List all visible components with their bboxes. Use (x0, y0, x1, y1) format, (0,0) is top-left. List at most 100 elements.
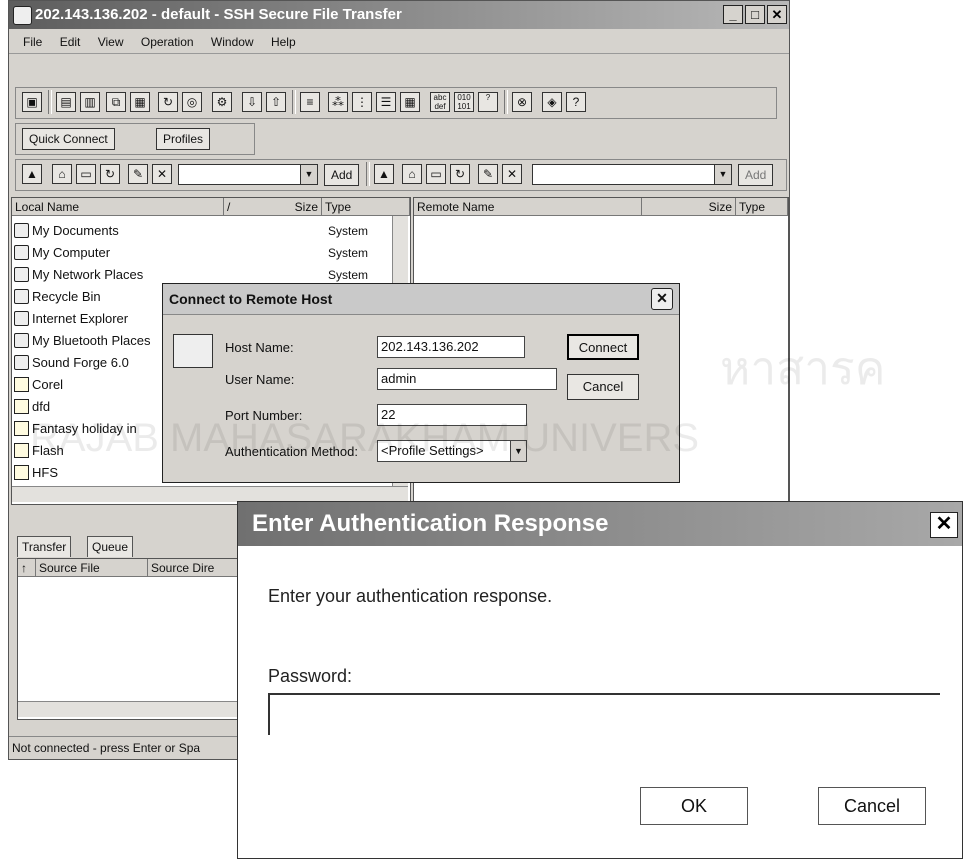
help-pointer-icon[interactable]: ? (566, 92, 586, 112)
main-toolbar: ▣ ▤ ▥ ⧉ ▦ ↻ ◎ ⚙ ⇩ ⇧ ≡ ⁂ ⋮ ☰ ▦ abc def 01… (15, 87, 777, 119)
chevron-down-icon[interactable]: ▼ (714, 165, 731, 184)
print-preview-icon[interactable]: ▥ (80, 92, 100, 112)
local-up-folder-icon[interactable]: ▲ (22, 164, 42, 184)
remote-up-folder-icon[interactable]: ▲ (374, 164, 394, 184)
print-icon[interactable]: ▤ (56, 92, 76, 112)
main-title-bar[interactable]: 202.143.136.202 - default - SSH Secure F… (9, 1, 789, 29)
main-window-title: 202.143.136.202 - default - SSH Secure F… (35, 6, 402, 23)
remote-edit-icon[interactable]: ✎ (478, 164, 498, 184)
remote-size-header-label: Size (708, 200, 732, 214)
authentication-dialog: Enter Authentication Response ✕ Enter yo… (237, 501, 963, 859)
port-number-field[interactable]: 22 (377, 404, 527, 426)
network-icon (14, 267, 29, 282)
stop-icon[interactable]: ◎ (182, 92, 202, 112)
local-path-combo[interactable]: ▼ (178, 164, 318, 185)
log-icon[interactable]: ≡ (300, 92, 320, 112)
menu-view[interactable]: View (98, 35, 124, 49)
binary-mode-icon[interactable]: 010 101 (454, 92, 474, 112)
remote-home-icon[interactable]: ⌂ (402, 164, 422, 184)
remote-path-combo[interactable]: ▼ (532, 164, 732, 185)
local-refresh-icon[interactable]: ↻ (100, 164, 120, 184)
remote-new-folder-icon[interactable]: ▭ (426, 164, 446, 184)
refresh-icon[interactable]: ↻ (158, 92, 178, 112)
list-item[interactable]: My Computer System (12, 242, 410, 264)
remote-refresh-icon[interactable]: ↻ (450, 164, 470, 184)
upload-icon[interactable]: ⇧ (266, 92, 286, 112)
user-name-value: admin (381, 371, 417, 386)
tab-transfer[interactable]: Transfer (17, 536, 72, 557)
disconnect-icon[interactable]: ⊗ (512, 92, 532, 112)
minimize-icon[interactable]: _ (723, 5, 743, 24)
local-horizontal-scrollbar[interactable] (12, 486, 408, 502)
ok-button[interactable]: OK (640, 787, 748, 825)
connect-dialog-title-bar[interactable]: Connect to Remote Host (163, 284, 679, 315)
close-icon[interactable]: ✕ (767, 5, 787, 24)
save-icon[interactable]: ▣ (22, 92, 42, 112)
remote-name-header[interactable]: Remote Name (414, 198, 642, 216)
list-item[interactable]: My Documents System (12, 220, 410, 242)
local-edit-icon[interactable]: ✎ (128, 164, 148, 184)
chevron-down-icon[interactable]: ▼ (510, 441, 526, 461)
user-name-field[interactable]: admin (377, 368, 557, 390)
file-name: Internet Explorer (32, 311, 129, 326)
tab-queue[interactable]: Queue (87, 536, 134, 557)
local-sort-header[interactable]: / (224, 198, 244, 216)
local-new-folder-icon[interactable]: ▭ (76, 164, 96, 184)
details-view-icon[interactable]: ▦ (400, 92, 420, 112)
auth-cancel-button[interactable]: Cancel (818, 787, 926, 825)
menu-operation[interactable]: Operation (141, 35, 194, 49)
auth-method-select[interactable]: <Profile Settings> ▼ (377, 440, 527, 462)
download-icon[interactable]: ⇩ (242, 92, 262, 112)
host-name-label: Host Name: (225, 340, 294, 355)
file-name: My Bluetooth Places (32, 333, 151, 348)
auto-mode-icon[interactable]: ? (478, 92, 498, 112)
maximize-icon[interactable]: □ (745, 5, 765, 24)
source-file-header[interactable]: Source File (36, 559, 148, 577)
remote-type-header[interactable]: Type (736, 198, 788, 216)
key-icon[interactable]: ◈ (542, 92, 562, 112)
menu-file[interactable]: File (23, 35, 42, 49)
file-name: dfd (32, 399, 51, 414)
local-home-icon[interactable]: ⌂ (52, 164, 72, 184)
menu-help[interactable]: Help (271, 35, 296, 49)
profiles-button[interactable]: Profiles (156, 128, 211, 150)
source-directory-header-label: Source Dire (151, 561, 215, 575)
remote-size-header[interactable]: Size (642, 198, 736, 216)
close-icon[interactable]: ✕ (651, 288, 673, 310)
host-name-field[interactable]: 202.143.136.202 (377, 336, 525, 358)
settings-icon[interactable]: ⚙ (212, 92, 232, 112)
copy-icon[interactable]: ⧉ (106, 92, 126, 112)
local-type-header[interactable]: Type (322, 198, 410, 216)
remote-type-header-label: Type (739, 200, 766, 214)
file-name: HFS (32, 465, 58, 480)
status-text: Not connected - press Enter or Spa (12, 741, 201, 755)
filter-icon[interactable]: ⁂ (328, 92, 348, 112)
file-name: My Computer (32, 245, 111, 260)
connect-button[interactable]: Connect (567, 334, 639, 360)
list-view-icon[interactable]: ☰ (376, 92, 396, 112)
auth-dialog-title-bar[interactable]: Enter Authentication Response (238, 502, 962, 546)
connect-toolbar: Quick Connect Profiles (15, 123, 255, 155)
password-field[interactable] (268, 693, 940, 735)
local-add-button[interactable]: Add (324, 164, 360, 186)
remote-delete-icon[interactable]: ✕ (502, 164, 522, 184)
tree-icon[interactable]: ⋮ (352, 92, 372, 112)
file-name: Flash (32, 443, 64, 458)
chevron-down-icon[interactable]: ▼ (300, 165, 317, 184)
close-icon[interactable]: ✕ (930, 512, 958, 538)
bluetooth-icon (14, 333, 29, 348)
auth-dialog-title: Enter Authentication Response (252, 510, 609, 537)
menu-window[interactable]: Window (211, 35, 254, 49)
tab-transfer-label: Transfer (22, 540, 67, 554)
remote-add-button[interactable]: Add (738, 164, 774, 186)
menu-edit[interactable]: Edit (60, 35, 81, 49)
transfer-status-header[interactable]: ↑ (18, 559, 36, 577)
local-name-header[interactable]: Local Name (12, 198, 224, 216)
folder-icon (14, 399, 29, 414)
local-delete-icon[interactable]: ✕ (152, 164, 172, 184)
ascii-mode-icon[interactable]: abc def (430, 92, 450, 112)
paste-icon[interactable]: ▦ (130, 92, 150, 112)
quick-connect-button[interactable]: Quick Connect (22, 128, 115, 150)
cancel-button[interactable]: Cancel (567, 374, 639, 400)
local-size-header[interactable]: Size (244, 198, 322, 216)
